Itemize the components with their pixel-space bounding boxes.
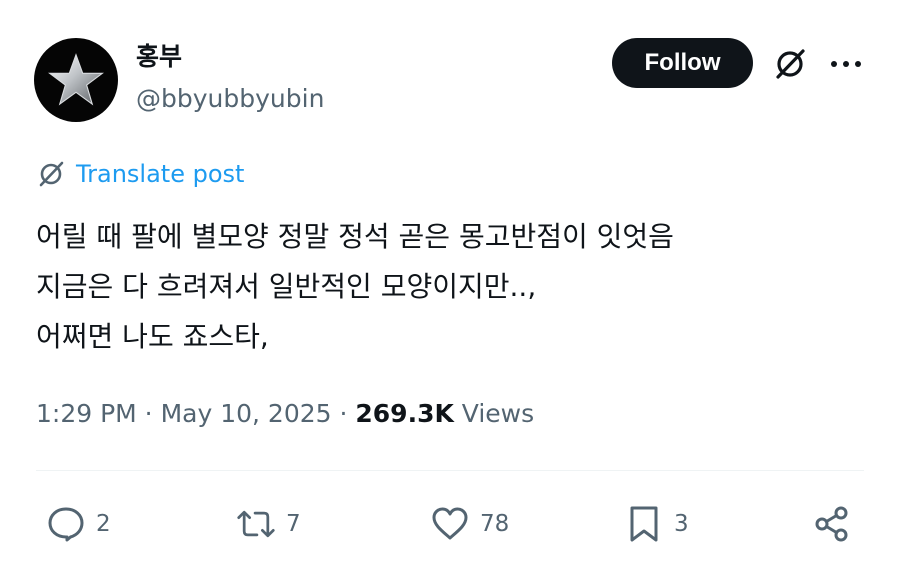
post-text-line: 어쩌면 나도 죠스타, xyxy=(36,320,269,353)
display-name[interactable]: 홍부 xyxy=(136,40,182,74)
share-nodes-icon xyxy=(815,506,848,542)
action-bar: 2 7 78 3 xyxy=(0,496,900,552)
translate-label: Translate post xyxy=(76,160,245,188)
divider xyxy=(36,470,864,471)
heart-icon xyxy=(432,507,468,540)
silver-star-icon xyxy=(48,53,104,106)
post-date[interactable]: May 10, 2025 xyxy=(161,399,332,428)
like-button[interactable]: 78 xyxy=(430,496,509,552)
translate-post-link[interactable]: Translate post xyxy=(36,158,244,190)
bookmark-count: 3 xyxy=(674,511,689,537)
grok-icon xyxy=(39,161,64,187)
repost-button[interactable]: 7 xyxy=(236,496,301,552)
meta-separator: · xyxy=(136,399,161,428)
speech-bubble-icon xyxy=(48,507,84,542)
post-text-line: 지금은 다 흐려져서 일반적인 모양이지만.., xyxy=(36,270,537,303)
post-time[interactable]: 1:29 PM xyxy=(36,399,137,428)
post-text: 어릴 때 팔에 별모양 정말 정석 곧은 몽고반점이 잇엇음 지금은 다 흐려져… xyxy=(36,212,674,362)
bookmark-button[interactable]: 3 xyxy=(624,496,689,552)
user-handle[interactable]: @bbyubbyubin xyxy=(136,82,324,116)
follow-button[interactable]: Follow xyxy=(612,38,753,88)
reply-button[interactable]: 2 xyxy=(46,496,111,552)
avatar[interactable] xyxy=(34,38,118,122)
meta-separator: · xyxy=(331,399,356,428)
post-text-line: 어릴 때 팔에 별모양 정말 정석 곧은 몽고반점이 잇엇음 xyxy=(36,220,674,253)
like-count: 78 xyxy=(480,511,510,537)
repost-count: 7 xyxy=(286,511,301,537)
grok-icon[interactable] xyxy=(772,46,808,82)
bookmark-icon xyxy=(630,506,658,542)
more-icon[interactable] xyxy=(828,52,864,76)
views-count: 269.3K xyxy=(355,399,454,428)
share-button[interactable] xyxy=(812,496,852,552)
reply-count: 2 xyxy=(96,511,111,537)
repost-arrows-icon xyxy=(237,510,275,538)
views-label: Views xyxy=(453,399,535,428)
post-meta: 1:29 PM · May 10, 2025 · 269.3K Views xyxy=(36,396,534,432)
